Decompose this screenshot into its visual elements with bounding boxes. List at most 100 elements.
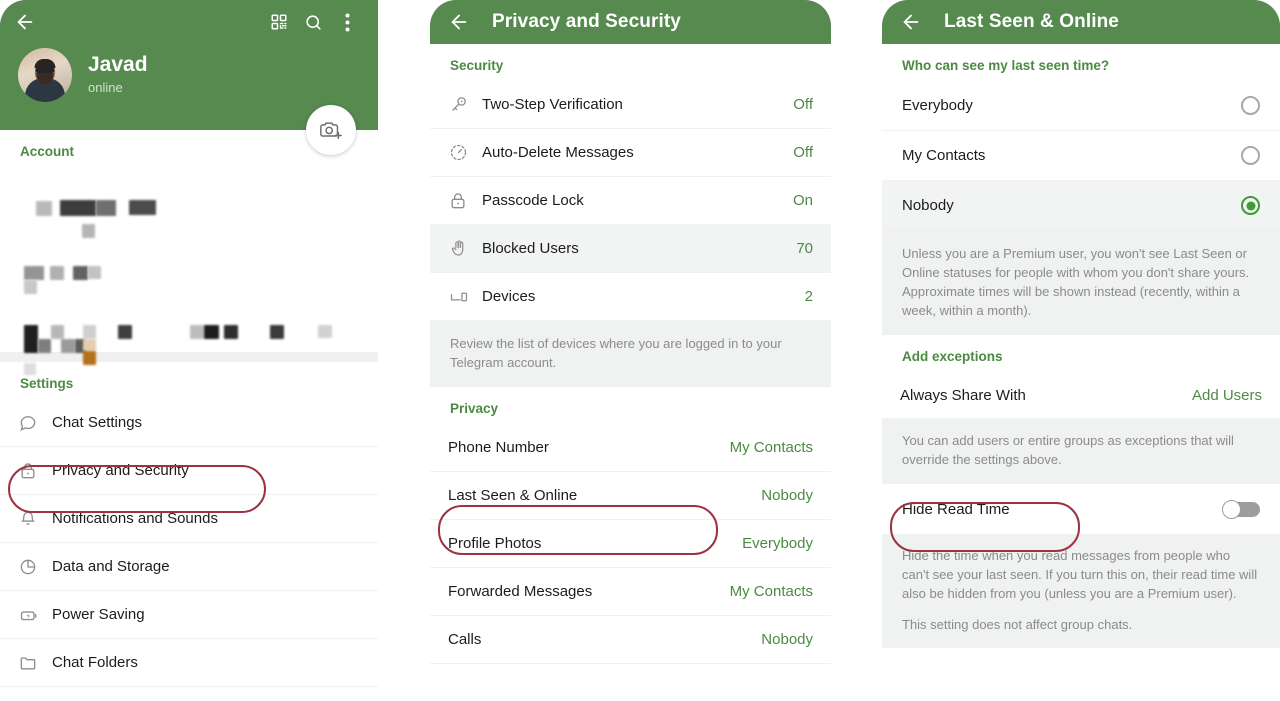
option-my-contacts[interactable]: My Contacts [882,131,1280,181]
privacy-item-forwarded-messages[interactable]: Forwarded Messages My Contacts [430,568,831,616]
last-seen-appbar: Last Seen & Online [882,0,1280,44]
privacy-item-last-seen-and-online[interactable]: Last Seen & Online Nobody [430,472,831,520]
privacy-item-calls[interactable]: Calls Nobody [430,616,831,664]
privacy-item-label: Devices [482,288,536,305]
hide-read-time-label: Hide Read Time [902,500,1010,518]
always-share-with-row[interactable]: Always Share With Add Users [882,372,1280,418]
avatar[interactable] [18,48,72,102]
search-icon[interactable] [296,5,330,39]
privacy-item-label: Forwarded Messages [448,583,593,600]
chat-bubble-icon [18,413,52,433]
premium-hint: Unless you are a Premium user, you won't… [882,231,1280,335]
option-nobody[interactable]: Nobody [882,181,1280,231]
screenshot-stage: Javad online Account Settings Chat Setti… [0,0,1280,701]
privacy-item-value: 2 [804,288,813,305]
devices-icon [448,287,482,307]
page-title: Last Seen & Online [944,11,1119,32]
privacy-item-value: Off [793,96,813,113]
lock-icon [18,461,52,481]
security-section-label: Security [450,58,504,73]
more-vertical-icon[interactable] [330,5,364,39]
privacy-item-label: Passcode Lock [482,192,584,209]
pie-chart-icon [18,557,52,577]
profile-name-block: Javad online [88,53,148,97]
sidebar-item-label: Privacy and Security [52,462,189,479]
padlock-icon [448,191,482,211]
sidebar-item-label: Power Saving [52,606,145,623]
telegram-settings-panel: Javad online Account Settings Chat Setti… [0,0,378,701]
section-divider [0,352,378,362]
bell-icon [18,509,52,529]
group-chat-hint: This setting does not affect group chats… [902,617,1133,632]
account-redacted-info [0,167,378,375]
back-button[interactable] [444,7,474,37]
read-time-footnotes: Hide the time when you read messages fro… [882,534,1280,648]
radio-button-selected[interactable] [1241,196,1260,215]
privacy-item-phone-number[interactable]: Phone Number My Contacts [430,424,831,472]
sidebar-item-label: Chat Settings [52,414,143,431]
privacy-item-label: Auto-Delete Messages [482,144,634,161]
add-exceptions-label: Add exceptions [902,349,1003,364]
hand-icon [448,238,482,259]
option-everybody[interactable]: Everybody [882,81,1280,131]
privacy-item-value: On [792,192,813,209]
radio-button[interactable] [1241,146,1260,165]
sidebar-item-chat-settings[interactable]: Chat Settings [0,399,378,447]
privacy-item-value: My Contacts [729,439,813,456]
privacy-item-auto-delete-messages[interactable]: Auto-Delete Messages Off [430,129,831,177]
privacy-item-label: Calls [448,631,482,648]
radio-button[interactable] [1241,96,1260,115]
profile-identity[interactable]: Javad online [0,44,378,102]
privacy-item-label: Two-Step Verification [482,96,623,113]
privacy-item-label: Blocked Users [482,240,579,257]
sidebar-item-data-and-storage[interactable]: Data and Storage [0,543,378,591]
settings-section-label: Settings [20,376,74,391]
option-label: Everybody [902,97,973,114]
sidebar-item-privacy-and-security[interactable]: Privacy and Security [0,447,378,495]
back-button[interactable] [10,7,40,37]
qr-code-icon[interactable] [262,5,296,39]
hide-read-time-row[interactable]: Hide Read Time [882,484,1280,534]
auto-delete-clock-icon [448,142,482,163]
exceptions-hint: You can add users or entire groups as ex… [882,418,1280,484]
privacy-item-value: Nobody [761,631,813,648]
sidebar-item-label: Data and Storage [52,558,170,575]
option-label: Nobody [902,197,954,214]
last-seen-and-online-panel: Last Seen & Online Who can see my last s… [882,0,1280,701]
back-button[interactable] [896,7,926,37]
privacy-item-two-step-verification[interactable]: Two-Step Verification Off [430,81,831,129]
always-share-label: Always Share With [900,386,1026,404]
privacy-item-label: Phone Number [448,439,549,456]
privacy-item-value: My Contacts [729,583,813,600]
devices-hint: Review the list of devices where you are… [430,321,831,387]
privacy-section-label: Privacy [450,401,499,416]
sidebar-item-power-saving[interactable]: Power Saving [0,591,378,639]
sidebar-item-chat-folders[interactable]: Chat Folders [0,639,378,687]
key-icon [448,94,482,115]
page-title: Privacy and Security [492,11,681,32]
sidebar-item-label: Notifications and Sounds [52,510,218,527]
privacy-item-value: 70 [796,240,813,257]
privacy-item-blocked-users[interactable]: Blocked Users 70 [430,225,831,273]
privacy-item-value: Nobody [761,487,813,504]
option-label: My Contacts [902,147,986,164]
user-name: Javad [88,53,148,76]
privacy-and-security-panel: Privacy and Security Security Two-Step V… [430,0,831,701]
privacy-appbar: Privacy and Security [430,0,831,44]
profile-appbar [0,0,378,44]
add-users-button[interactable]: Add Users [1192,387,1262,404]
battery-icon [18,605,52,625]
sidebar-item-label: Chat Folders [52,654,138,671]
privacy-item-label: Last Seen & Online [448,487,578,504]
hide-read-time-toggle[interactable] [1222,499,1260,519]
privacy-item-passcode-lock[interactable]: Passcode Lock On [430,177,831,225]
sidebar-item-notifications-and-sounds[interactable]: Notifications and Sounds [0,495,378,543]
privacy-item-profile-photos[interactable]: Profile Photos Everybody [430,520,831,568]
user-status: online [88,80,123,95]
privacy-item-devices[interactable]: Devices 2 [430,273,831,321]
privacy-item-value: Off [793,144,813,161]
add-photo-icon[interactable] [306,105,356,155]
folder-icon [18,653,52,673]
read-time-hint: Hide the time when you read messages fro… [902,548,1258,601]
privacy-item-label: Profile Photos [448,535,542,552]
